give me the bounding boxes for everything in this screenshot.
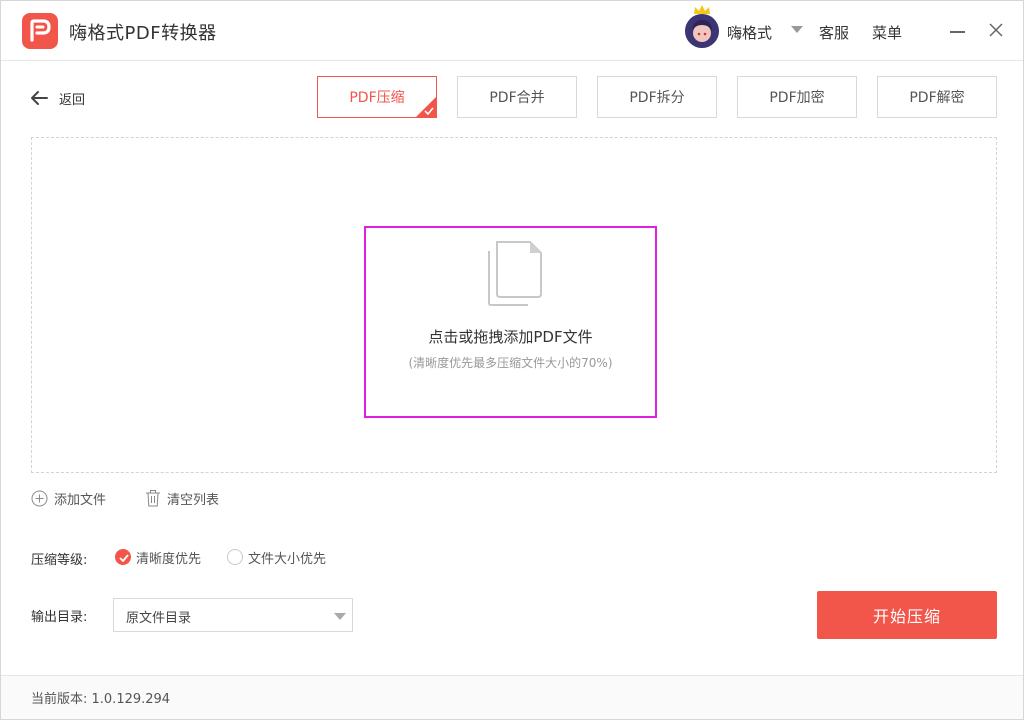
radio-label: 清晰度优先 [136,551,202,567]
trash-icon [146,490,160,507]
footer: 当前版本: 1.0.129.294 [1,675,1023,719]
tab-label: PDF解密 [909,90,965,106]
output-dir-select[interactable]: 原文件目录 [113,598,353,632]
username[interactable]: 嗨格式 [727,22,772,43]
tab-pdf-decrypt[interactable]: PDF解密 [877,76,997,118]
chevron-down-icon [334,613,346,620]
user-avatar[interactable] [685,14,719,48]
tab-label: PDF合并 [489,90,545,106]
compression-level-label: 压缩等级: [31,553,88,568]
back-label: 返回 [59,92,86,108]
add-file-button[interactable]: 添加文件 [31,488,106,508]
output-dir-value: 原文件目录 [126,611,192,626]
clear-list-label: 清空列表 [167,492,220,508]
tab-label: PDF加密 [769,90,825,106]
app-logo-icon [22,13,58,49]
menu-button[interactable]: 菜单 [872,22,902,43]
radio-clarity-priority[interactable]: 清晰度优先 [115,548,202,567]
back-button[interactable]: 返回 [29,87,85,109]
arrow-left-icon [31,91,48,105]
tab-pdf-compress[interactable]: PDF压缩 [317,76,437,118]
tab-label: PDF压缩 [349,90,405,106]
radio-unchecked-icon [227,549,243,565]
start-compress-button[interactable]: 开始压缩 [817,591,997,639]
title-bar: 嗨格式PDF转换器 嗨格式 客服 菜单 [1,1,1023,61]
output-dir-label: 输出目录: [31,610,88,625]
close-icon[interactable] [987,21,1005,39]
radio-label: 文件大小优先 [248,551,327,567]
plus-circle-icon [31,490,48,506]
user-dropdown-chevron-icon[interactable] [791,26,803,33]
tab-pdf-split[interactable]: PDF拆分 [597,76,717,118]
drop-title: 点击或拖拽添加PDF文件 [428,328,593,346]
tab-pdf-encrypt[interactable]: PDF加密 [737,76,857,118]
clear-list-button[interactable]: 清空列表 [145,488,219,508]
app-title: 嗨格式PDF转换器 [69,23,217,44]
add-file-label: 添加文件 [54,492,107,508]
version-text: 当前版本: 1.0.129.294 [31,692,171,707]
minimize-icon[interactable] [949,21,967,39]
radio-checked-icon [115,549,131,565]
document-icon [488,241,542,306]
check-icon [424,107,434,115]
tab-pdf-merge[interactable]: PDF合并 [457,76,577,118]
customer-service-link[interactable]: 客服 [819,22,849,43]
tab-label: PDF拆分 [629,90,685,106]
app-window: 嗨格式PDF转换器 嗨格式 客服 菜单 返回 PDF压缩 PDF合并 PDF拆分… [0,0,1024,720]
radio-size-priority[interactable]: 文件大小优先 [227,548,327,567]
drop-hint: (清晰度优先最多压缩文件大小的70%) [408,356,613,370]
